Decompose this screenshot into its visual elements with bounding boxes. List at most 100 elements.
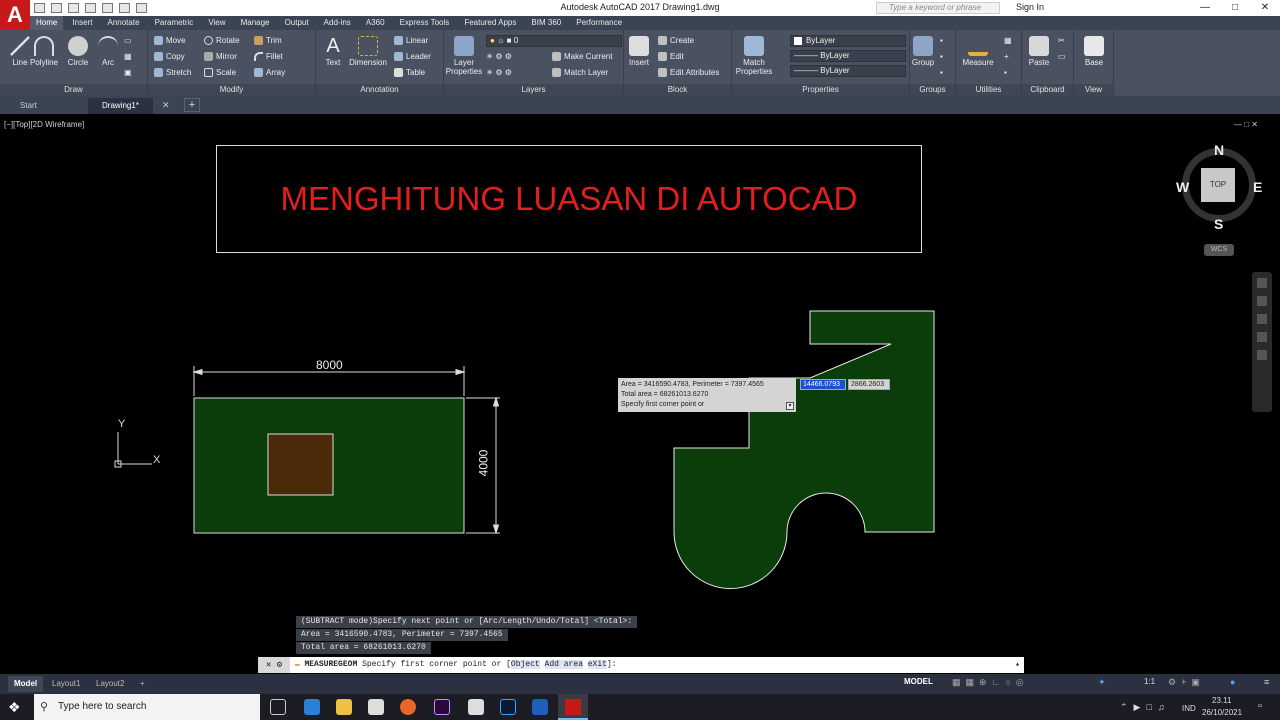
move-button[interactable]: Move (154, 36, 186, 46)
customize-icon[interactable]: ⚙ (277, 660, 282, 670)
layout2-tab[interactable]: Layout2 (90, 676, 130, 692)
status-toggle-icons[interactable]: ▦▦⊕∟○◎ (952, 677, 1029, 688)
photoshop-icon[interactable] (500, 699, 516, 715)
taskbar-time[interactable]: 23.11 (1212, 696, 1231, 705)
compass-east[interactable]: E (1253, 179, 1262, 195)
rotate-button[interactable]: Rotate (204, 36, 240, 46)
quick-calc-icon[interactable]: ▦ (1004, 36, 1012, 45)
view-panel-title[interactable]: View (1074, 84, 1113, 96)
premiere-icon[interactable] (434, 699, 450, 715)
firefox-icon[interactable] (400, 699, 416, 715)
model-space-button[interactable]: MODEL (904, 677, 933, 686)
maximize-icon[interactable]: □ (1220, 0, 1250, 16)
irregular-shape[interactable] (673, 310, 935, 589)
tab-home[interactable]: Home (30, 16, 64, 30)
tab-view[interactable]: View (202, 16, 231, 30)
layout1-tab[interactable]: Layout1 (46, 676, 86, 692)
search-input[interactable]: Type a keyword or phrase (876, 2, 1000, 14)
add-layout-icon[interactable]: + (134, 676, 151, 692)
mirror-button[interactable]: Mirror (204, 52, 237, 62)
modify-panel-title[interactable]: Modify (148, 84, 315, 96)
sign-in-link[interactable]: Sign In (1016, 2, 1044, 12)
compass-west[interactable]: W (1176, 179, 1189, 195)
edge-icon[interactable] (304, 699, 320, 715)
isolate-objects-icon[interactable]: ● (1230, 677, 1235, 687)
match-layer-button[interactable]: Match Layer (552, 68, 608, 78)
notification-icon[interactable]: ▫ (1258, 700, 1262, 712)
id-point-icon[interactable]: + (1004, 52, 1009, 61)
base-button[interactable]: Base (1074, 36, 1114, 67)
redo-icon[interactable] (136, 3, 148, 14)
text-button[interactable]: A Text (316, 36, 350, 67)
tab-featured-apps[interactable]: Featured Apps (458, 16, 522, 30)
annotation-visibility-icon[interactable]: ✦ (1098, 677, 1106, 688)
autocad-taskbar-button[interactable] (558, 694, 588, 720)
tab-parametric[interactable]: Parametric (149, 16, 200, 30)
group-button[interactable]: Group (910, 36, 936, 67)
full-navigation-wheel-icon[interactable] (1257, 278, 1267, 288)
pan-icon[interactable] (1257, 296, 1267, 306)
model-tab[interactable]: Model (8, 676, 44, 692)
navigation-bar[interactable] (1252, 272, 1272, 412)
make-current-button[interactable]: Make Current (552, 52, 612, 62)
input-language[interactable]: IND (1182, 704, 1196, 713)
edit-attributes-button[interactable]: Edit Attributes (658, 68, 719, 78)
orbit-icon[interactable] (1257, 332, 1267, 342)
groups-panel-title[interactable]: Groups (910, 84, 955, 96)
table-button[interactable]: Table (394, 68, 425, 78)
tooltip-options-icon[interactable]: ▾ (786, 402, 794, 410)
trim-button[interactable]: Trim (254, 36, 282, 46)
compass-south[interactable]: S (1214, 216, 1223, 232)
showmotion-icon[interactable] (1257, 350, 1267, 360)
tab-output[interactable]: Output (279, 16, 315, 30)
fillet-button[interactable]: Fillet (254, 52, 283, 62)
utilities-panel-title[interactable]: Utilities (956, 84, 1021, 96)
region-icon[interactable]: ▣ (124, 68, 132, 77)
rectangle-icon[interactable]: ▭ (124, 36, 132, 45)
block-panel-title[interactable]: Block (624, 84, 731, 96)
edit-block-button[interactable]: Edit (658, 52, 684, 62)
wcs-menu[interactable]: WCS (1204, 244, 1234, 256)
properties-panel-title[interactable]: Properties (732, 84, 909, 96)
hatch-icon[interactable]: ▦ (124, 52, 132, 61)
start-tab[interactable]: Start (6, 98, 51, 114)
draw-panel-title[interactable]: Draw (0, 84, 147, 96)
group-edit-icon[interactable]: ▪ (940, 52, 943, 61)
linetype-dropdown[interactable]: ——— ByLayer (790, 50, 906, 62)
match-properties-button[interactable]: Match Properties (732, 36, 776, 76)
color-dropdown[interactable]: ByLayer (790, 35, 906, 47)
annotation-scale[interactable]: 1:1 (1144, 677, 1155, 686)
stretch-button[interactable]: Stretch (154, 68, 191, 78)
status-settings-icons[interactable]: ⚙+▣ (1168, 677, 1205, 688)
command-line-controls[interactable]: ✕ ⚙ (258, 657, 290, 673)
close-command-line-icon[interactable]: ✕ (266, 660, 271, 670)
cut-icon[interactable]: ✂ (1058, 36, 1065, 45)
task-view-icon[interactable] (270, 699, 286, 715)
close-icon[interactable]: ✕ (1250, 0, 1280, 16)
tab-a360[interactable]: A360 (360, 16, 391, 30)
tab-manage[interactable]: Manage (235, 16, 276, 30)
viewport-controls[interactable]: [−][Top][2D Wireframe] (4, 120, 84, 129)
scale-button[interactable]: Scale (204, 68, 236, 78)
mail-icon[interactable] (368, 699, 384, 715)
command-history-expand-icon[interactable]: ▴ (1015, 657, 1020, 673)
taskbar-date[interactable]: 26/10/2021 (1202, 708, 1242, 717)
copy-clip-icon[interactable]: ▭ (1058, 52, 1066, 61)
compass-north[interactable]: N (1214, 142, 1224, 158)
store-icon[interactable] (468, 699, 484, 715)
dynamic-input-x[interactable]: 14466.0793 (800, 379, 846, 390)
undo-icon[interactable] (119, 3, 131, 14)
copy-button[interactable]: Copy (154, 52, 185, 62)
windows-start-icon[interactable]: ❖ (8, 699, 24, 715)
leader-button[interactable]: Leader (394, 52, 431, 62)
title-text-box[interactable]: MENGHITUNG LUASAN DI AUTOCAD (216, 145, 922, 253)
print-icon[interactable] (102, 3, 114, 14)
linear-button[interactable]: Linear (394, 36, 428, 46)
system-tray-icons[interactable]: ⌃▶□♫ (1120, 702, 1171, 713)
arc-button[interactable]: Arc (88, 36, 128, 67)
quick-select-icon[interactable]: ▪ (1004, 68, 1007, 77)
layer-properties-button[interactable]: Layer Properties (444, 36, 484, 76)
open-icon[interactable] (51, 3, 63, 14)
save-icon[interactable] (68, 3, 80, 14)
viewcube-top-face[interactable]: TOP (1201, 168, 1235, 202)
